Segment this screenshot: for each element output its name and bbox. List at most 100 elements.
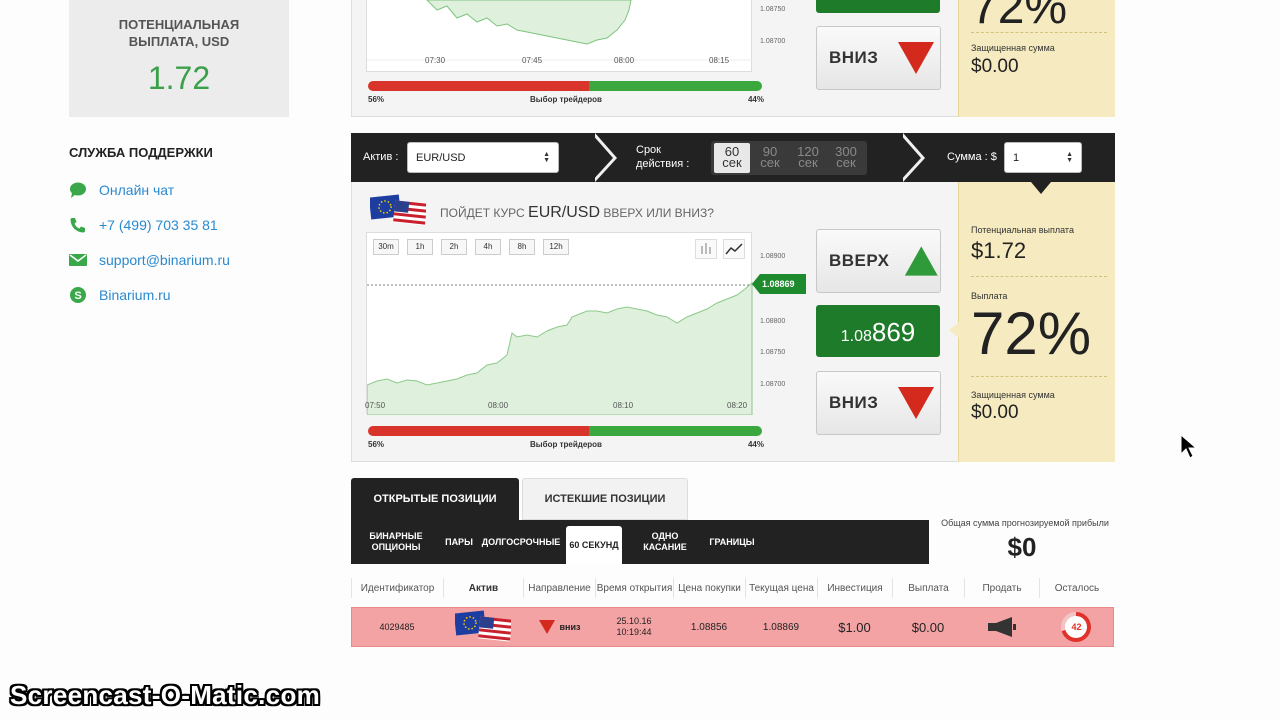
potential-payout-value: 1.72 — [147, 60, 211, 96]
arrow-down-icon — [898, 42, 935, 74]
select-arrows-icon: ▲ ▼ — [543, 151, 550, 164]
protected-amount-label: Защищенная сумма — [971, 43, 1055, 53]
period-label: Срок действия : — [636, 144, 690, 170]
price-chart[interactable]: 30m 1h 2h 4h 8h 12h 07:50 08:00 08:10 08… — [365, 232, 753, 415]
up-button[interactable]: ВВЕРХ — [816, 229, 941, 293]
mail-icon — [69, 251, 87, 269]
y-tick: 1.08900 — [760, 253, 786, 260]
traders-up-percent: 44% — [747, 440, 764, 449]
y-tick: 1.08700 — [760, 381, 786, 388]
period-option-120[interactable]: 120 сек — [790, 143, 826, 173]
eur-usd-flag-icon — [368, 194, 428, 233]
position-direction: вниз — [523, 607, 595, 647]
period-option-300[interactable]: 300 сек — [828, 143, 864, 173]
traders-choice-labels: 56% Выбор трейдеров 44% — [368, 95, 764, 104]
payout-info-previous: 72% Защищенная сумма $0.00 — [958, 0, 1115, 117]
period-option-60[interactable]: 60 сек — [714, 143, 750, 173]
x-tick: 08:15 — [709, 56, 730, 65]
current-price-tag: 1.08869 — [752, 274, 806, 294]
col-payout: Выплата — [892, 578, 964, 598]
potential-payout-value: $1.72 — [971, 238, 1027, 263]
col-asset: Актив — [443, 578, 523, 598]
watermark: Screencast-O-Matic.com — [10, 680, 321, 710]
position-investment: $1.00 — [838, 619, 871, 635]
down-button[interactable]: ВНИЗ — [816, 371, 941, 435]
col-id: Идентификатор — [351, 578, 443, 598]
price-display-previous — [816, 0, 940, 13]
price-big-part: 869 — [871, 317, 916, 347]
payout-percent: 72% — [971, 0, 1068, 34]
x-tick: 08:00 — [614, 56, 635, 65]
sell-button[interactable] — [964, 607, 1039, 647]
col-buy-price: Цена покупки — [673, 578, 745, 598]
current-price-display: 1.08 869 — [816, 305, 940, 357]
down-button-label: ВНИЗ — [829, 393, 879, 412]
potential-payout-label: Потенциальная выплата — [971, 225, 1074, 235]
skype-icon: S — [69, 286, 87, 304]
forecast-profit-label: Общая сумма прогнозируемой прибыли — [941, 518, 1109, 528]
megaphone-icon — [987, 617, 1016, 637]
position-id: 4029485 — [379, 621, 415, 632]
col-current-price: Текущая цена — [745, 578, 817, 598]
support-phone-label: +7 (499) 703 35 81 — [99, 217, 218, 233]
traders-choice-labels: 56% Выбор трейдеров 44% — [368, 440, 764, 449]
support-email-label: support@binarium.ru — [99, 252, 230, 268]
y-tick: 1.08800 — [760, 318, 786, 325]
protected-amount-label: Защищенная сумма — [971, 390, 1055, 400]
down-button-previous[interactable]: ВНИЗ — [816, 26, 941, 90]
asset-select[interactable]: EUR/USD ▲ ▼ — [407, 142, 559, 173]
subtab-60-seconds[interactable]: 60 СЕКУНД — [566, 526, 622, 564]
col-remaining: Осталось — [1039, 578, 1114, 598]
option-type-tabs: БИНАРНЫЕ ОПЦИОНЫ ПАРЫ ДОЛГОСРОЧНЫЕ 60 СЕ… — [351, 520, 929, 564]
arrow-down-icon — [538, 620, 555, 634]
amount-select-value: 1 — [1013, 151, 1020, 164]
x-tick: 08:10 — [613, 401, 634, 410]
subtab-binary-options[interactable]: БИНАРНЫЕ ОПЦИОНЫ — [363, 520, 429, 564]
down-button-label: ВНИЗ — [829, 48, 879, 67]
position-payout: $0.00 — [911, 619, 945, 635]
remaining-seconds: 42 — [1071, 621, 1082, 632]
amount-pointer — [1031, 182, 1051, 194]
x-tick: 07:50 — [365, 401, 386, 410]
traders-choice-bar — [368, 81, 762, 91]
support-chat-label: Онлайн чат — [99, 182, 175, 198]
subtab-one-touch[interactable]: ОДНО КАСАНИЕ — [629, 520, 701, 564]
amount-select[interactable]: 1 ▲ ▼ — [1004, 142, 1082, 173]
tab-open-positions[interactable]: ОТКРЫТЫЕ ПОЗИЦИИ — [351, 478, 519, 520]
forecast-profit-value: $0 — [1007, 532, 1037, 562]
support-phone-link[interactable]: +7 (499) 703 35 81 — [69, 215, 218, 235]
subtab-long-term[interactable]: ДОЛГОСРОЧНЫЕ — [482, 520, 561, 564]
subtab-pairs[interactable]: ПАРЫ — [443, 520, 475, 564]
traders-down-share — [368, 81, 589, 91]
y-tick: 1.08750 — [760, 349, 786, 356]
protected-amount-value: $0.00 — [971, 402, 1019, 423]
traders-up-share — [588, 426, 762, 436]
arrow-down-icon — [898, 387, 935, 419]
position-current-price: 1.08869 — [762, 621, 800, 633]
support-title: СЛУЖБА ПОДДЕРЖКИ — [69, 145, 213, 160]
traders-choice-label: Выбор трейдеров — [530, 95, 602, 104]
col-investment: Инвестиция — [817, 578, 892, 598]
col-sell: Продать — [964, 578, 1039, 598]
payout-info: Потенциальная выплата $1.72 Выплата 72% … — [949, 182, 1115, 462]
price-line-series — [367, 281, 753, 415]
x-tick: 07:30 — [425, 56, 446, 65]
subtab-boundaries[interactable]: ГРАНИЦЫ — [707, 520, 757, 564]
traders-down-percent: 56% — [368, 95, 385, 104]
support-skype-link[interactable]: S Binarium.ru — [69, 285, 171, 305]
trade-question: ПОЙДЕТ КУРС EUR/USD ВВЕРХ ИЛИ ВНИЗ? — [440, 204, 714, 221]
period-option-90[interactable]: 90 сек — [752, 143, 788, 173]
traders-up-percent: 44% — [747, 95, 764, 104]
x-tick: 08:20 — [727, 401, 748, 410]
potential-payout-label: ПОТЕНЦИАЛЬНАЯ ВЫПЛАТА, USD — [118, 17, 240, 49]
tab-expired-positions[interactable]: ИСТЕКШИЕ ПОЗИЦИИ — [522, 478, 688, 520]
asset-select-value: EUR/USD — [416, 151, 466, 164]
support-chat-link[interactable]: Онлайн чат — [69, 180, 174, 200]
mouse-cursor-icon — [1180, 433, 1198, 465]
x-tick: 07:45 — [522, 56, 543, 65]
potential-payout-box: ПОТЕНЦИАЛЬНАЯ ВЫПЛАТА, USD 1.72 — [69, 0, 289, 117]
support-email-link[interactable]: support@binarium.ru — [69, 250, 230, 270]
price-chart-previous[interactable]: 07:30 07:45 08:00 08:15 — [366, 0, 753, 72]
position-buy-price: 1.08856 — [690, 621, 728, 633]
payout-percent: 72% — [971, 300, 1092, 367]
